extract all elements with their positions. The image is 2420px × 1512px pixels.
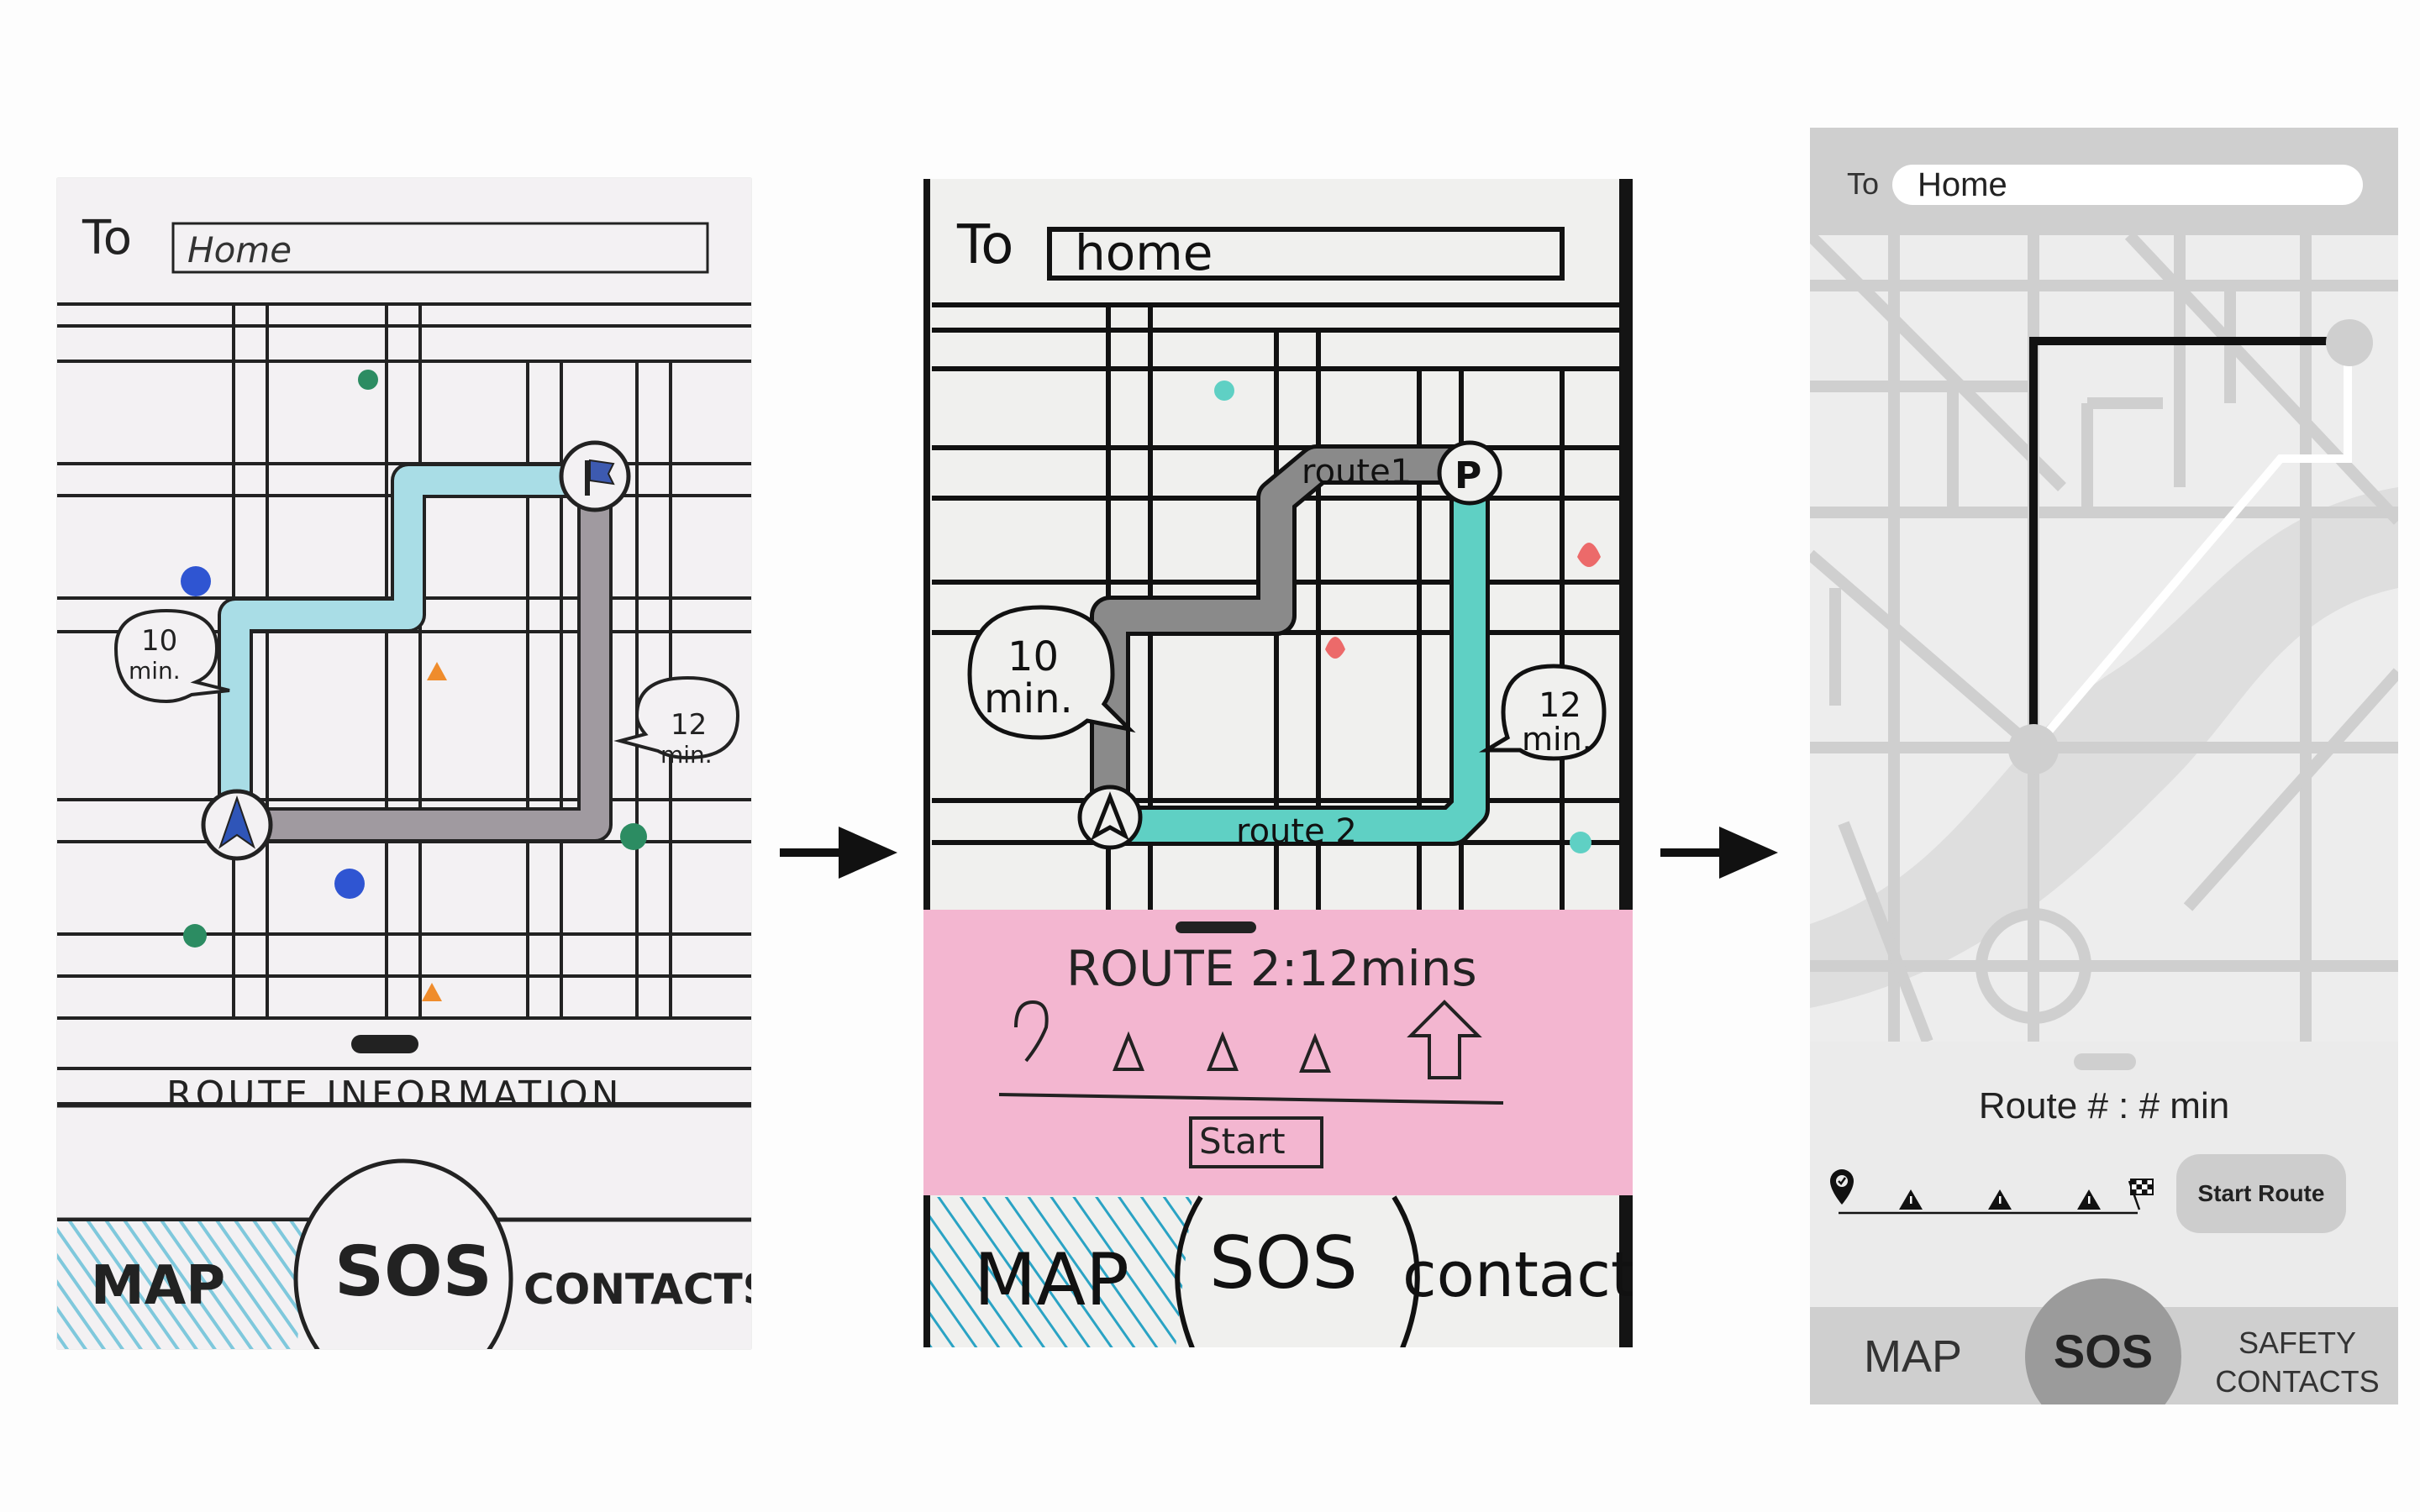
sheet-drag-handle[interactable] [2074, 1053, 2136, 1070]
checkered-flag-icon [2128, 1179, 2154, 1210]
nav-safety-contacts-tab[interactable]: SAFETY CONTACTS [2205, 1324, 2390, 1401]
sketch2-to-label: To [956, 214, 1013, 276]
destination-input[interactable]: Home [1892, 165, 2363, 205]
map-view[interactable] [1810, 231, 2398, 1044]
start-point-marker [2008, 724, 2059, 774]
svg-text:12: 12 [671, 708, 707, 742]
svg-text:min.: min. [1522, 721, 1592, 758]
svg-text:Start: Start [1199, 1121, 1286, 1162]
sketch1-to-label: To [82, 211, 132, 265]
sketch-1-paper-prototype: To Home 10 min. 12 min. ROUTE INFORMATIO… [57, 178, 751, 1349]
svg-text:min.: min. [129, 657, 181, 685]
sketch-2-paper-prototype: To home route1 route 2 P 10 min. 12 min.… [923, 179, 1633, 1347]
warning-icon [1899, 1189, 1923, 1210]
sketch2-destination: home [1075, 224, 1213, 281]
sketch-2-drawing: To home route1 route 2 P 10 min. 12 min.… [923, 179, 1633, 1347]
search-bar: To Home [1810, 128, 2398, 235]
arrow-right-icon [1660, 827, 1778, 879]
svg-text:MAP: MAP [91, 1255, 225, 1317]
digital-mockup: To Home Route #: # min Start Route MAP … [1810, 128, 2398, 1404]
sketch2-route-title: ROUTE 2:12mins [1066, 940, 1477, 997]
svg-text:route 2: route 2 [1236, 812, 1357, 851]
start-navigation-icon [201, 789, 273, 861]
svg-text:MAP: MAP [974, 1238, 1129, 1322]
bottom-nav: MAP SOS SAFETY CONTACTS [1810, 1278, 2398, 1404]
svg-text:12: 12 [1539, 686, 1581, 725]
svg-text:SOS: SOS [334, 1232, 492, 1312]
sketch1-eta-bubble-left: 10 min. [113, 608, 230, 704]
start-navigation-icon [1077, 785, 1143, 850]
warning-icon [2077, 1189, 2101, 1210]
sos-button[interactable]: SOS [2025, 1278, 2181, 1404]
svg-text:min.: min. [984, 675, 1073, 722]
svg-text:route1: route1 [1302, 453, 1412, 491]
location-pin-icon [1830, 1169, 1854, 1205]
destination-flag-icon [559, 440, 631, 512]
destination-point-marker [2326, 319, 2373, 366]
sketch1-destination: Home [187, 229, 292, 270]
sketch-1-drawing: To Home 10 min. 12 min. ROUTE INFORMATIO… [57, 211, 751, 1349]
destination-flag-icon: P [1437, 440, 1502, 506]
sketch1-sheet-handle[interactable] [351, 1035, 418, 1053]
to-label: To [1847, 166, 1880, 201]
warning-icon [1988, 1189, 2012, 1210]
svg-text:min.: min. [660, 741, 713, 769]
safety-contacts-line1: SAFETY [2238, 1326, 2357, 1360]
route-info-text: Route # : # min [1978, 1085, 2230, 1126]
map-canvas [1810, 231, 2398, 1044]
arrow-right-icon [780, 827, 897, 879]
sketch1-route-information: ROUTE INFORMATION [166, 1074, 623, 1116]
sketch2-nav-contacts[interactable]: contacts [1402, 1239, 1633, 1311]
svg-text:P: P [1455, 454, 1481, 497]
sketch1-nav-contacts[interactable]: CONTACTS [523, 1265, 751, 1314]
map-streets [1810, 231, 2398, 1044]
svg-text:SOS: SOS [1209, 1221, 1358, 1305]
svg-text:10: 10 [141, 624, 177, 658]
svg-text:10: 10 [1007, 633, 1059, 680]
route-timeline [1830, 1169, 2154, 1215]
route-info-sheet: Route # : # min Start Route [1810, 1042, 2398, 1304]
safety-contacts-line2: CONTACTS [2215, 1364, 2380, 1399]
start-route-button[interactable]: Start Route [2176, 1154, 2346, 1233]
sos-label: SOS [2053, 1325, 2154, 1378]
nav-map-tab[interactable]: MAP [1864, 1331, 1962, 1383]
